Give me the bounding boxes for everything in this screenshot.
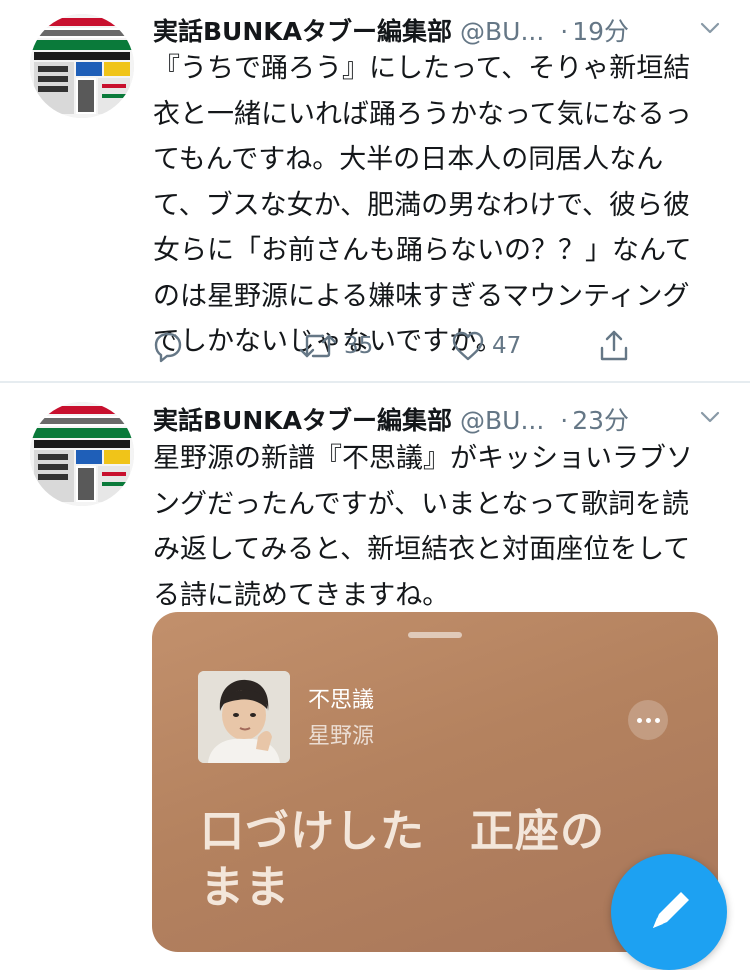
tweet-text-line: み返してみると、新垣結衣と対面座位をして: [153, 534, 691, 565]
timestamp[interactable]: 23分: [572, 406, 629, 435]
like-button[interactable]: 47: [450, 328, 521, 364]
song-title: 不思議: [308, 688, 375, 713]
reply-icon: [154, 332, 182, 363]
like-count: 47: [492, 333, 522, 359]
tweet[interactable]: 実話BUNKAタブー編集部 @BU... · 23分 星野源の新譜『不思議』がキッショ…: [0, 383, 750, 952]
heart-icon: [452, 331, 484, 361]
tweet-text: 『うちで踊ろう』にしたって、そりゃ新垣結 衣と一緒にいれば踊ろうかなって気になる…: [153, 46, 723, 365]
more-dot: [654, 717, 660, 723]
user-handle[interactable]: @BU...: [460, 17, 544, 46]
tweet[interactable]: 実話BUNKAタブー編集部 @BU... · 19分 『うちで踊ろう』にしたって、そり…: [0, 0, 750, 382]
more-options-button[interactable]: [628, 700, 668, 740]
more-dot: [645, 717, 651, 723]
more-dot: [636, 717, 642, 723]
chevron-down-icon[interactable]: [698, 405, 722, 429]
magazine-cover-image: [30, 14, 134, 118]
tweet-text: 星野源の新譜『不思議』がキッショいラブソ ングだったんですが、いまとなって歌詞を…: [153, 436, 723, 618]
tweet-text-line: ングだったんですが、いまとなって歌詞を読: [153, 488, 689, 520]
magazine-cover-image: [30, 402, 134, 506]
user-handle[interactable]: @BU...: [460, 406, 544, 435]
retweet-icon: [299, 334, 337, 358]
tweet-text-line: 女らに「お前さんも踊らないの？？」なんて: [153, 235, 692, 266]
reply-button[interactable]: [150, 328, 186, 364]
compose-tweet-icon: [653, 892, 689, 928]
drag-handle: [408, 632, 462, 638]
tweet-header: 実話BUNKAタブー編集部 @BU... · 23分: [153, 401, 722, 437]
compose-tweet-button[interactable]: [611, 854, 727, 970]
display-name[interactable]: 実話BUNKAタブー編集部: [153, 17, 452, 46]
song-artist: 星野源: [308, 724, 375, 749]
avatar[interactable]: [30, 402, 134, 506]
retweet-count: 35: [344, 333, 374, 359]
share-button[interactable]: [596, 328, 632, 364]
tweet-header: 実話BUNKAタブー編集部 @BU... · 19分: [153, 12, 722, 48]
share-icon: [600, 330, 628, 361]
tweet-text-line: のは星野源による嫌味すぎるマウンティング: [153, 280, 690, 312]
album-cover-image: [198, 671, 290, 763]
tweet-actions: 35 47: [150, 328, 650, 364]
separator-dot: ·: [560, 17, 569, 46]
display-name[interactable]: 実話BUNKAタブー編集部: [153, 406, 452, 435]
chevron-down-icon[interactable]: [698, 16, 722, 40]
retweet-button[interactable]: 35: [298, 328, 373, 364]
tweet-text-line: 衣と一緒にいれば踊ろうかなって気になるっ: [153, 98, 692, 130]
lyric-line: 口づけした 正座の: [200, 806, 605, 857]
tweet-text-line: て、ブスな女か、肥満の男なわけで、彼ら彼: [153, 189, 691, 221]
tweet-text-line: 『うちで踊ろう』にしたって、そりゃ新垣結: [153, 53, 691, 84]
tweet-text-line: 星野源の新譜『不思議』がキッショいラブソ: [153, 443, 693, 474]
avatar[interactable]: [30, 14, 134, 118]
tweet-text-line: てもんですね。大半の日本人の同居人なん: [153, 144, 664, 175]
separator-dot: ·: [560, 406, 569, 435]
timestamp[interactable]: 19分: [572, 17, 629, 46]
